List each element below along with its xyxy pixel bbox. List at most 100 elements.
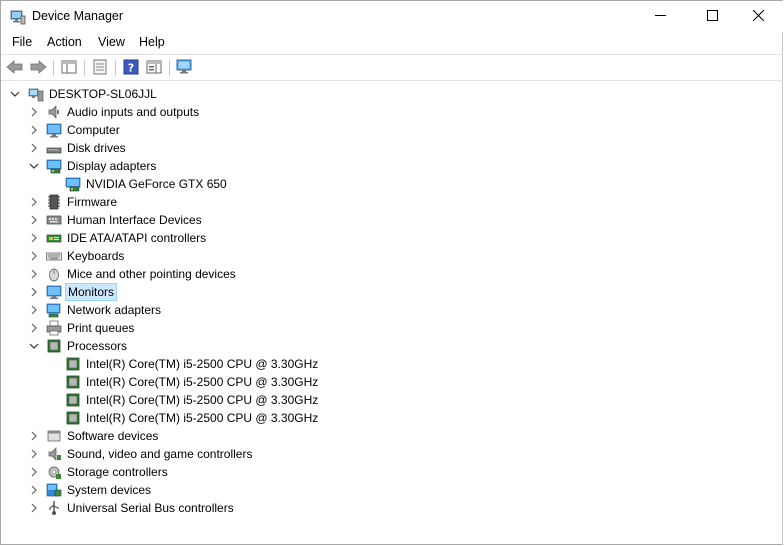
chevron-right-icon[interactable] [28, 448, 40, 460]
tree-category-node[interactable]: Storage controllers [1, 463, 783, 481]
close-button[interactable] [735, 1, 781, 32]
tree-category-node[interactable]: Human Interface Devices [1, 211, 783, 229]
tree-item-label[interactable]: IDE ATA/ATAPI controllers [65, 229, 208, 247]
menu-file[interactable]: File [12, 35, 32, 49]
tree-device-node[interactable]: Intel(R) Core(TM) i5-2500 CPU @ 3.30GHz [1, 373, 783, 391]
tree-category-node[interactable]: Print queues [1, 319, 783, 337]
chevron-right-icon[interactable] [28, 106, 40, 118]
tree-item-label[interactable]: Software devices [65, 427, 160, 445]
title-bar[interactable]: Device Manager [1, 1, 783, 32]
chevron-right-icon[interactable] [28, 142, 40, 154]
minimize-icon [654, 10, 666, 24]
tree-category-node[interactable]: Software devices [1, 427, 783, 445]
processor-item-icon [65, 356, 81, 372]
tree-item-label[interactable]: Human Interface Devices [65, 211, 204, 229]
chevron-down-icon[interactable] [9, 88, 21, 100]
device-tree[interactable]: DESKTOP-SL06JJL Audio inputs and outputs C… [1, 82, 783, 545]
tree-item-label[interactable]: Firmware [65, 193, 119, 211]
chevron-right-icon[interactable] [28, 304, 40, 316]
tree-device-node[interactable]: NVIDIA GeForce GTX 650 [1, 175, 783, 193]
tree-item-label[interactable]: Intel(R) Core(TM) i5-2500 CPU @ 3.30GHz [84, 391, 320, 409]
tree-item-label[interactable]: Network adapters [65, 301, 163, 319]
storage-controller-icon [46, 464, 62, 480]
tree-category-node[interactable]: Audio inputs and outputs [1, 103, 783, 121]
scan-hardware-changes-button[interactable] [175, 58, 195, 78]
computer-root-icon [28, 86, 44, 102]
menu-action[interactable]: Action [47, 35, 82, 49]
tree-item-label[interactable]: Mice and other pointing devices [65, 265, 238, 283]
chevron-right-icon[interactable] [28, 250, 40, 262]
menu-view[interactable]: View [98, 35, 125, 49]
maximize-button[interactable] [689, 1, 735, 32]
tree-item-label[interactable]: DESKTOP-SL06JJL [47, 85, 159, 103]
action-pane-icon [146, 59, 162, 78]
tree-category-node[interactable]: Computer [1, 121, 783, 139]
chevron-down-icon[interactable] [28, 160, 40, 172]
computer-icon [46, 122, 62, 138]
tree-item-label[interactable]: Keyboards [65, 247, 126, 265]
chevron-right-icon[interactable] [28, 214, 40, 226]
tree-category-node[interactable]: Firmware [1, 193, 783, 211]
menu-help[interactable]: Help [139, 35, 165, 49]
tree-item-label[interactable]: Disk drives [65, 139, 128, 157]
monitor-icon [46, 284, 62, 300]
system-device-icon [46, 482, 62, 498]
tree-category-node[interactable]: Keyboards [1, 247, 783, 265]
tree-item-label[interactable]: Print queues [65, 319, 136, 337]
chevron-right-icon[interactable] [28, 286, 40, 298]
toolbar-separator [84, 60, 85, 76]
minimize-button[interactable] [637, 1, 683, 32]
chevron-right-icon[interactable] [28, 466, 40, 478]
tree-category-node[interactable]: Monitors [1, 283, 783, 301]
keyboard-icon [46, 248, 62, 264]
chevron-right-icon[interactable] [28, 268, 40, 280]
tree-category-node[interactable]: Processors [1, 337, 783, 355]
chevron-right-icon[interactable] [28, 196, 40, 208]
svg-text:?: ? [128, 61, 134, 74]
chevron-right-icon[interactable] [28, 484, 40, 496]
tree-category-node[interactable]: Disk drives [1, 139, 783, 157]
tree-item-label[interactable]: Intel(R) Core(TM) i5-2500 CPU @ 3.30GHz [84, 373, 320, 391]
tree-device-node[interactable]: Intel(R) Core(TM) i5-2500 CPU @ 3.30GHz [1, 355, 783, 373]
show-hide-console-tree-button[interactable] [59, 58, 79, 78]
tree-item-label[interactable]: Sound, video and game controllers [65, 445, 254, 463]
chevron-down-icon[interactable] [28, 340, 40, 352]
help-button[interactable]: ? [121, 58, 141, 78]
forward-arrow-icon [29, 59, 47, 78]
tree-category-node[interactable]: System devices [1, 481, 783, 499]
tree-device-node[interactable]: Intel(R) Core(TM) i5-2500 CPU @ 3.30GHz [1, 409, 783, 427]
tree-item-label[interactable]: Monitors [65, 283, 118, 301]
properties-button[interactable] [90, 58, 110, 78]
tree-item-label[interactable]: Universal Serial Bus controllers [65, 499, 236, 517]
chevron-right-icon[interactable] [28, 124, 40, 136]
close-icon [752, 9, 764, 24]
tree-category-node[interactable]: Network adapters [1, 301, 783, 319]
tree-category-node[interactable]: Sound, video and game controllers [1, 445, 783, 463]
chevron-right-icon[interactable] [28, 430, 40, 442]
tree-item-label[interactable]: Intel(R) Core(TM) i5-2500 CPU @ 3.30GHz [84, 409, 320, 427]
tree-device-node[interactable]: Intel(R) Core(TM) i5-2500 CPU @ 3.30GHz [1, 391, 783, 409]
chevron-right-icon[interactable] [28, 322, 40, 334]
mouse-icon [46, 266, 62, 282]
tree-item-label[interactable]: Intel(R) Core(TM) i5-2500 CPU @ 3.30GHz [84, 355, 320, 373]
forward-button[interactable] [28, 58, 48, 78]
tree-item-label[interactable]: NVIDIA GeForce GTX 650 [84, 175, 229, 193]
tree-root-node[interactable]: DESKTOP-SL06JJL [1, 85, 783, 103]
tree-item-label[interactable]: Audio inputs and outputs [65, 103, 201, 121]
tree-category-node[interactable]: Mice and other pointing devices [1, 265, 783, 283]
tree-item-label[interactable]: Display adapters [65, 157, 158, 175]
tree-category-node[interactable]: Display adapters [1, 157, 783, 175]
chevron-right-icon[interactable] [28, 232, 40, 244]
tree-item-label[interactable]: System devices [65, 481, 153, 499]
back-arrow-icon [6, 59, 24, 78]
processor-item-icon [65, 392, 81, 408]
tree-item-label[interactable]: Processors [65, 337, 129, 355]
tree-category-node[interactable]: Universal Serial Bus controllers [1, 499, 783, 517]
tree-item-label[interactable]: Storage controllers [65, 463, 170, 481]
chevron-right-icon[interactable] [28, 502, 40, 514]
tree-item-label[interactable]: Computer [65, 121, 122, 139]
action-pane-button[interactable] [144, 58, 164, 78]
printer-icon [46, 320, 62, 336]
back-button[interactable] [5, 58, 25, 78]
tree-category-node[interactable]: IDE ATA/ATAPI controllers [1, 229, 783, 247]
